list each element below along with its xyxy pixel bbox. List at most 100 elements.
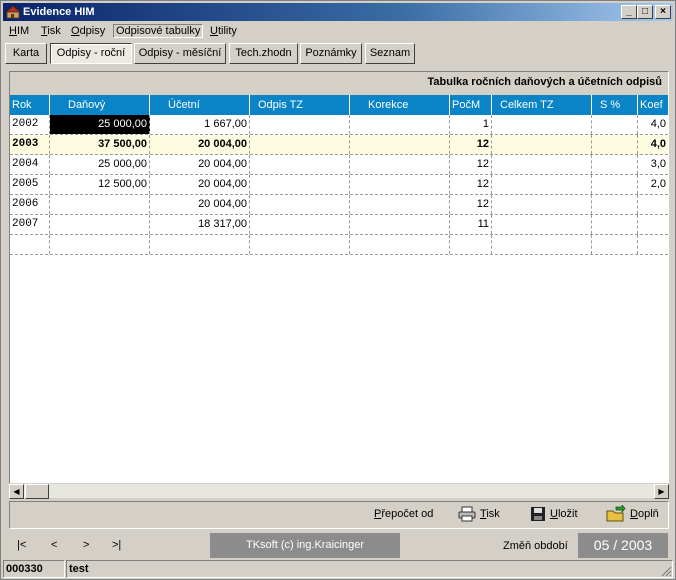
cell-odpis-tz[interactable] bbox=[250, 175, 350, 194]
cell-s-procent[interactable] bbox=[592, 135, 638, 154]
cell-odpis-tz[interactable] bbox=[250, 235, 350, 254]
cell-danovy[interactable] bbox=[50, 215, 150, 234]
nav-prev-button[interactable]: < bbox=[51, 539, 57, 551]
cell-koef[interactable] bbox=[638, 215, 668, 234]
cell-ucetni[interactable]: 18 317,00 bbox=[150, 215, 250, 234]
cell-odpis-tz[interactable] bbox=[250, 195, 350, 214]
period-display[interactable]: 05 / 2003 bbox=[578, 533, 668, 558]
cell-rok[interactable]: 2005 bbox=[10, 175, 50, 194]
table-row[interactable]: 2007 18 317,00 11 bbox=[10, 215, 668, 235]
nav-next-button[interactable]: > bbox=[83, 539, 89, 551]
menu-utility[interactable]: Utility bbox=[210, 25, 237, 37]
scroll-right-icon[interactable]: ▶ bbox=[654, 484, 669, 499]
menu-odpisove-tabulky[interactable]: Odpisové tabulky bbox=[113, 24, 204, 38]
cell-pocm[interactable]: 12 bbox=[450, 135, 492, 154]
header-pocm[interactable]: PočM bbox=[450, 95, 492, 115]
cell-s-procent[interactable] bbox=[592, 115, 638, 134]
cell-rok[interactable]: 2002 bbox=[10, 115, 50, 134]
cell-koef[interactable] bbox=[638, 195, 668, 214]
cell-celkem-tz[interactable] bbox=[492, 115, 592, 134]
cell-s-procent[interactable] bbox=[592, 155, 638, 174]
cell-koef[interactable]: 4,0 bbox=[638, 135, 668, 154]
table-row[interactable]: 2003 37 500,00 20 004,00 12 4,0 bbox=[10, 135, 668, 155]
cell-pocm[interactable]: 12 bbox=[450, 195, 492, 214]
cell-danovy[interactable]: 37 500,00 bbox=[50, 135, 150, 154]
tab-poznamky[interactable]: Poznámky bbox=[300, 43, 362, 64]
cell-koef[interactable]: 4,0 bbox=[638, 115, 668, 134]
cell-odpis-tz[interactable] bbox=[250, 215, 350, 234]
header-danovy[interactable]: Daňový bbox=[50, 95, 150, 115]
tab-tech-zhodn[interactable]: Tech.zhodn bbox=[229, 43, 298, 64]
cell-odpis-tz[interactable] bbox=[250, 135, 350, 154]
cell-pocm[interactable]: 1 bbox=[450, 115, 492, 134]
cell-danovy[interactable] bbox=[50, 235, 150, 254]
table-row[interactable]: 2002 25 000,00 1 667,00 1 4,0 bbox=[10, 115, 668, 135]
cell-danovy[interactable]: 25 000,00 bbox=[50, 155, 150, 174]
cell-celkem-tz[interactable] bbox=[492, 195, 592, 214]
tab-karta[interactable]: Karta bbox=[5, 43, 47, 64]
save-button[interactable]: Uložit bbox=[530, 506, 578, 522]
cell-rok[interactable] bbox=[10, 235, 50, 254]
resize-grip-icon[interactable] bbox=[660, 565, 672, 577]
table-row[interactable] bbox=[10, 235, 668, 255]
menu-tisk[interactable]: Tisk bbox=[41, 25, 61, 37]
horizontal-scrollbar[interactable]: ◀ ▶ bbox=[9, 483, 669, 499]
cell-pocm[interactable]: 11 bbox=[450, 215, 492, 234]
cell-danovy[interactable]: 12 500,00 bbox=[50, 175, 150, 194]
menu-odpisy[interactable]: Odpisy bbox=[71, 25, 105, 37]
cell-celkem-tz[interactable] bbox=[492, 215, 592, 234]
table-row[interactable]: 2004 25 000,00 20 004,00 12 3,0 bbox=[10, 155, 668, 175]
title-bar[interactable]: Evidence HIM _ □ × bbox=[3, 3, 673, 21]
cell-koef[interactable] bbox=[638, 235, 668, 254]
cell-korekce[interactable] bbox=[350, 235, 450, 254]
cell-korekce[interactable] bbox=[350, 155, 450, 174]
cell-rok[interactable]: 2004 bbox=[10, 155, 50, 174]
cell-korekce[interactable] bbox=[350, 135, 450, 154]
cell-pocm[interactable]: 12 bbox=[450, 155, 492, 174]
cell-ucetni[interactable]: 20 004,00 bbox=[150, 135, 250, 154]
cell-korekce[interactable] bbox=[350, 215, 450, 234]
cell-danovy[interactable] bbox=[50, 195, 150, 214]
cell-danovy[interactable]: 25 000,00 bbox=[50, 115, 150, 134]
cell-ucetni[interactable]: 20 004,00 bbox=[150, 175, 250, 194]
change-period-label[interactable]: Změň období bbox=[503, 540, 568, 552]
cell-odpis-tz[interactable] bbox=[250, 155, 350, 174]
cell-s-procent[interactable] bbox=[592, 175, 638, 194]
header-ucetni[interactable]: Účetní bbox=[150, 95, 250, 115]
prepocet-button[interactable]: Přepočet od bbox=[374, 508, 433, 520]
cell-korekce[interactable] bbox=[350, 175, 450, 194]
header-celkem-tz[interactable]: Celkem TZ bbox=[492, 95, 592, 115]
cell-odpis-tz[interactable] bbox=[250, 115, 350, 134]
cell-ucetni[interactable] bbox=[150, 235, 250, 254]
cell-ucetni[interactable]: 20 004,00 bbox=[150, 155, 250, 174]
cell-korekce[interactable] bbox=[350, 195, 450, 214]
cell-s-procent[interactable] bbox=[592, 235, 638, 254]
header-koef[interactable]: Koef bbox=[638, 95, 668, 115]
maximize-button[interactable]: □ bbox=[637, 5, 653, 19]
cell-pocm[interactable] bbox=[450, 235, 492, 254]
cell-celkem-tz[interactable] bbox=[492, 135, 592, 154]
nav-last-button[interactable]: >| bbox=[112, 539, 121, 551]
minimize-button[interactable]: _ bbox=[621, 5, 637, 19]
cell-celkem-tz[interactable] bbox=[492, 155, 592, 174]
cell-koef[interactable]: 2,0 bbox=[638, 175, 668, 194]
cell-ucetni[interactable]: 20 004,00 bbox=[150, 195, 250, 214]
nav-first-button[interactable]: |< bbox=[17, 539, 26, 551]
tab-seznam[interactable]: Seznam bbox=[365, 43, 415, 64]
cell-celkem-tz[interactable] bbox=[492, 175, 592, 194]
cell-korekce[interactable] bbox=[350, 115, 450, 134]
cell-rok[interactable]: 2007 bbox=[10, 215, 50, 234]
cell-s-procent[interactable] bbox=[592, 195, 638, 214]
fill-button[interactable]: Doplň bbox=[606, 505, 659, 523]
print-button[interactable]: Tisk bbox=[458, 506, 500, 522]
table-row[interactable]: 2005 12 500,00 20 004,00 12 2,0 bbox=[10, 175, 668, 195]
cell-koef[interactable]: 3,0 bbox=[638, 155, 668, 174]
menu-him[interactable]: HIM bbox=[9, 25, 29, 37]
tab-odpisy-mesicni[interactable]: Odpisy - měsíční bbox=[134, 43, 226, 64]
cell-ucetni[interactable]: 1 667,00 bbox=[150, 115, 250, 134]
table-row[interactable]: 2006 20 004,00 12 bbox=[10, 195, 668, 215]
header-korekce[interactable]: Korekce bbox=[350, 95, 450, 115]
scroll-thumb[interactable] bbox=[25, 484, 49, 499]
scroll-left-icon[interactable]: ◀ bbox=[9, 484, 24, 499]
header-rok[interactable]: Rok bbox=[10, 95, 50, 115]
